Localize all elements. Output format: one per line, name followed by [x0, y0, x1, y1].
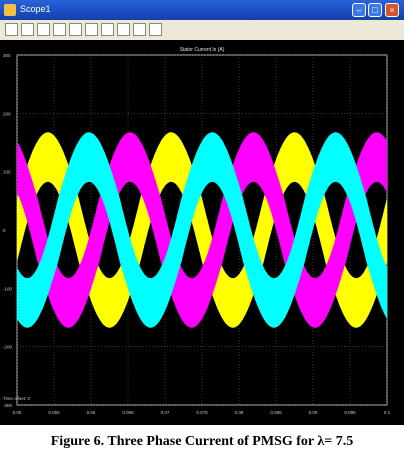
x-tick-label: 0.065	[122, 410, 134, 415]
scope-window: Scope1 – □ × 300 200 100 0 -100 -200 -300 0.05 0…	[0, 0, 404, 425]
title-bar[interactable]: Scope1 – □ ×	[0, 0, 404, 20]
x-tick-label: 0.06	[87, 410, 96, 415]
window-title: Scope1	[20, 4, 51, 14]
zoom-x-icon[interactable]	[53, 23, 66, 36]
restore-axes-icon[interactable]	[117, 23, 130, 36]
minimize-button[interactable]: –	[352, 3, 366, 17]
x-tick-label: 0.09	[309, 410, 318, 415]
x-tick-label: 0.075	[196, 410, 208, 415]
x-tick-label: 0.07	[161, 410, 170, 415]
print-icon[interactable]	[5, 23, 18, 36]
floating-scope-icon[interactable]	[133, 23, 146, 36]
x-tick-label: 0.085	[270, 410, 282, 415]
zoom-icon[interactable]	[37, 23, 50, 36]
zoom-y-icon[interactable]	[69, 23, 82, 36]
y-tick-label: 0	[3, 228, 6, 233]
y-tick-label: -300	[3, 403, 13, 408]
close-button[interactable]: ×	[385, 3, 399, 17]
maximize-button[interactable]: □	[368, 3, 382, 17]
y-tick-label: 100	[3, 170, 11, 175]
time-offset-label: Time offset: 0	[3, 396, 31, 401]
y-tick-label: -200	[3, 345, 13, 350]
signal-selector-icon[interactable]	[149, 23, 162, 36]
y-tick-label: 300	[3, 53, 11, 58]
autoscale-icon[interactable]	[85, 23, 98, 36]
y-tick-label: 200	[3, 111, 11, 116]
stator-current-chart: 300 200 100 0 -100 -200 -3000.05 0.055 0.06 0.065…	[3, 47, 391, 415]
chart-title: Stator Current Is (A)	[180, 47, 225, 53]
y-tick-label: -100	[3, 286, 13, 291]
x-tick-label: 0.1	[384, 410, 391, 415]
scope-icon	[4, 4, 16, 16]
x-tick-label: 0.095	[344, 410, 356, 415]
plot-area: 300 200 100 0 -100 -200 -300 0.05 0.055 0.06 0.065…	[0, 40, 404, 425]
save-axes-icon[interactable]	[101, 23, 114, 36]
parameters-icon[interactable]	[21, 23, 34, 36]
scope-toolbar	[0, 20, 404, 41]
x-tick-label: 0.08	[235, 410, 244, 415]
x-tick-label: 0.05	[13, 410, 22, 415]
x-tick-label: 0.055	[48, 410, 60, 415]
figure-caption: Figure 6. Three Phase Current of PMSG fo…	[50, 434, 354, 449]
